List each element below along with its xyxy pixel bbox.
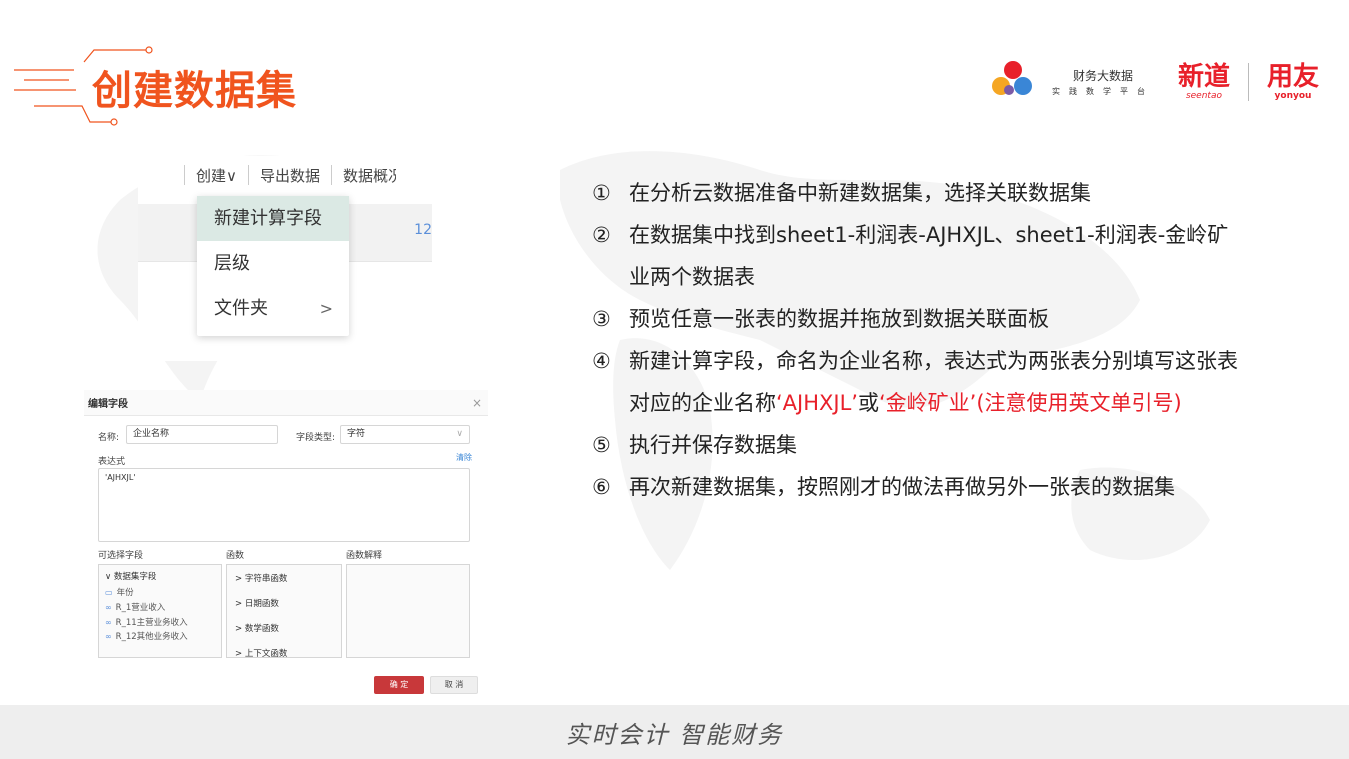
create-menu-screenshot: 创建∨ 导出数据 数据概况 12 新建计算字段 层级 文件夹 > [138,156,432,361]
seentao-cn: 新道 [1177,62,1230,92]
yonyou-cn: 用友 [1266,62,1319,92]
function-group-date[interactable]: > 日期函数 [235,592,333,617]
chevron-right-icon: > [319,299,333,318]
step-text-part: 再次新建数据集，按照刚才的做法再做另外一张表的数据集 [629,475,1175,499]
menu-item-new-calculated-field[interactable]: 新建计算字段 [197,196,349,241]
clear-link[interactable]: 清除 [456,452,472,463]
footer-slogan: 实时会计 智能财务 [565,720,784,749]
field-type-value: 字符 [347,429,366,439]
toolbar: 创建∨ 导出数据 数据概况 [138,156,432,194]
calendar-icon: ▭ [105,588,113,597]
measure-icon: ∞ [105,603,112,612]
chevron-down-icon: ∨ [456,429,463,439]
step-number: ⑤ [592,433,611,457]
seentao-logo: 新道 seentao [1178,63,1230,101]
menu-item-hierarchy[interactable]: 层级 [197,241,349,286]
step-number: ② [592,223,611,247]
step-item: ⑥ 再次新建数据集，按照刚才的做法再做另外一张表的数据集 [592,466,1252,508]
menu-item-label: 新建计算字段 [214,208,322,229]
menu-item-label: 层级 [214,253,250,274]
field-item-label: R_1营业收入 [115,603,166,613]
fields-panel: ∨ 数据集字段 ▭ 年份 ∞ R_1营业收入 ∞ R_11主营业务收入 ∞ R_12其他… [98,564,222,658]
seentao-en: seentao [1185,91,1222,101]
yonyou-en: yonyou [1274,91,1312,101]
expression-editor[interactable]: 'AJHXJL' [98,468,470,542]
step-text-part: 或 [857,391,879,415]
step-text-part: 预览任意一张表的数据并拖放到数据关联面板 [629,307,1049,331]
step-number: ③ [592,307,611,331]
brand-divider [1247,63,1249,101]
function-group-string[interactable]: > 字符串函数 [235,567,333,592]
function-desc-column-header: 函数解释 [346,551,383,561]
step-text: 在数据集中找到sheet1-利润表-AJHXJL、sheet1-利润表-金岭矿业… [629,214,1249,298]
functions-panel: > 字符串函数 > 日期函数 > 数学函数 > 上下文函数 [226,564,342,658]
step-text-highlight: ‘AJHXJL’ [776,391,858,415]
yonyou-logo: 用友 yonyou [1267,63,1319,101]
function-description-panel [346,564,470,658]
platform-name-main: 财务大数据 [1072,69,1133,83]
step-text: 预览任意一张表的数据并拖放到数据关联面板 [629,298,1249,340]
dialog-actions: 确 定 取 消 [374,676,478,694]
export-data-button[interactable]: 导出数据 [249,165,331,186]
field-item[interactable]: ∞ R_11主营业务收入 [105,615,215,630]
name-label: 名称: [98,433,120,443]
page-title: 创建数据集 [92,68,297,114]
field-type-select[interactable]: 字符 ∨ [340,425,470,444]
step-item: ① 在分析云数据准备中新建数据集，选择关联数据集 [592,172,1252,214]
step-text: 再次新建数据集，按照刚才的做法再做另外一张表的数据集 [629,466,1249,508]
field-item-label: R_11主营业务收入 [115,618,188,628]
step-text: 在分析云数据准备中新建数据集，选择关联数据集 [629,172,1249,214]
column-type-icon: 12 [414,222,432,238]
function-group-math[interactable]: > 数学函数 [235,617,333,642]
fields-column-header: 可选择字段 [98,551,144,561]
create-dropdown[interactable]: 创建∨ [185,165,248,186]
platform-name-sub: 实践数学平台 [1051,87,1154,96]
field-item[interactable]: ∞ R_12其他业务收入 [105,630,215,644]
step-text-part: 在数据集中找到sheet1-利润表-AJHXJL、sheet1-利润表-金岭矿业… [629,223,1229,289]
footer-bar: 实时会计 智能财务 [0,705,1349,759]
step-number: ④ [592,349,611,373]
steps-list: ① 在分析云数据准备中新建数据集，选择关联数据集 ② 在数据集中找到sheet1-利润… [592,172,1252,508]
menu-item-folder[interactable]: 文件夹 > [197,286,349,331]
step-item: ② 在数据集中找到sheet1-利润表-AJHXJL、sheet1-利润表-金岭矿… [592,214,1252,298]
data-overview-button[interactable]: 数据概况 [332,165,396,186]
step-text-part: 执行并保存数据集 [629,433,797,457]
name-input[interactable]: 企业名称 [126,425,278,444]
step-text: 执行并保存数据集 [629,424,1249,466]
brand-bar: 财务大数据 实践数学平台 新道 seentao 用友 yonyou [991,58,1319,106]
expression-label: 表达式 [98,457,126,467]
edit-field-dialog: 编辑字段 × 名称: 企业名称 字段类型: 字符 ∨ 表达式 清除 'AJHXJ… [84,390,488,700]
dialog-header: 编辑字段 × [84,390,488,416]
field-item[interactable]: ∞ R_1营业收入 [105,601,215,615]
dialog-title: 编辑字段 [88,399,128,410]
confirm-button[interactable]: 确 定 [374,676,424,694]
field-item[interactable]: ▭ 年份 [105,585,215,601]
close-icon[interactable]: × [472,396,482,410]
step-number: ① [592,181,611,205]
create-menu: 新建计算字段 层级 文件夹 > [197,196,349,336]
field-item-label: R_12其他业务收入 [115,632,188,642]
function-group-context[interactable]: > 上下文函数 [235,642,333,657]
menu-item-label: 文件夹 [214,298,268,319]
measure-icon: ∞ [105,618,112,627]
functions-column-header: 函数 [226,551,245,561]
step-item: ③ 预览任意一张表的数据并拖放到数据关联面板 [592,298,1252,340]
field-item-label: 年份 [116,588,134,598]
step-item: ④ 新建计算字段，命名为企业名称，表达式为两张表分别填写这张表对应的企业名称‘AJ… [592,340,1252,424]
step-text: 新建计算字段，命名为企业名称，表达式为两张表分别填写这张表对应的企业名称‘AJH… [629,340,1249,424]
step-text-part: 在分析云数据准备中新建数据集，选择关联数据集 [629,181,1091,205]
step-number: ⑥ [592,475,611,499]
step-item: ⑤ 执行并保存数据集 [592,424,1252,466]
measure-icon: ∞ [105,632,112,641]
fields-group-toggle[interactable]: ∨ 数据集字段 [105,569,215,585]
platform-logo-icon [991,61,1034,103]
platform-name: 财务大数据 实践数学平台 [1052,67,1154,97]
cancel-button[interactable]: 取 消 [430,676,478,694]
step-text-highlight: ‘金岭矿业’(注意使用英文单引号) [878,391,1182,415]
field-type-label: 字段类型: [296,433,336,443]
